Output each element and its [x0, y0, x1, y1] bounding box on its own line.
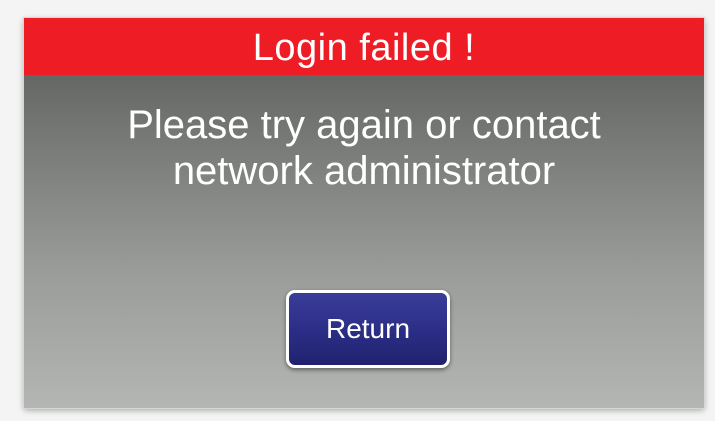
return-button[interactable]: Return [286, 290, 450, 368]
login-failed-dialog: Login failed ! Please try again or conta… [24, 18, 704, 408]
dialog-title: Login failed ! [252, 26, 476, 69]
error-message-line-2: network administrator [172, 149, 556, 193]
error-title-bar: Login failed ! [24, 18, 704, 75]
screenshot-frame: Login failed ! Please try again or conta… [0, 0, 715, 421]
error-message: Please try again or contact network admi… [24, 102, 704, 194]
error-message-line-1: Please try again or contact [127, 103, 601, 147]
